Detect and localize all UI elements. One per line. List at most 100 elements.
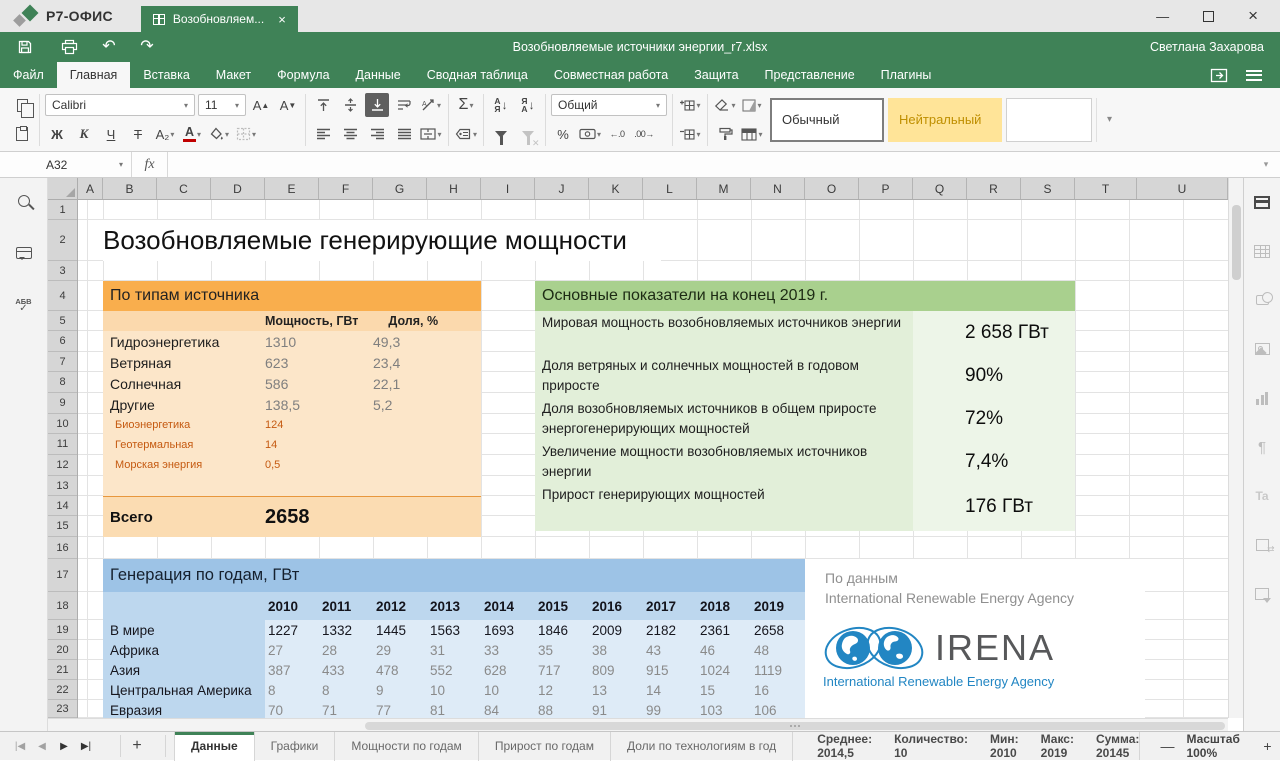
column-header[interactable]: L: [643, 178, 697, 199]
column-header[interactable]: S: [1021, 178, 1075, 199]
slicer-settings-button[interactable]: [1252, 535, 1272, 555]
ribbon-tab[interactable]: Формула: [264, 62, 342, 88]
row-header[interactable]: 10: [48, 414, 77, 434]
horizontal-scrollbar-thumb[interactable]: [365, 722, 1225, 730]
currency-style-button[interactable]: ▾: [578, 122, 602, 146]
column-header[interactable]: N: [751, 178, 805, 199]
format-painter-button[interactable]: [713, 122, 737, 146]
textart-settings-button[interactable]: Ta: [1252, 486, 1272, 506]
column-header[interactable]: R: [967, 178, 1021, 199]
copy-button[interactable]: [10, 93, 34, 117]
menu-icon[interactable]: [1246, 70, 1262, 81]
column-header[interactable]: H: [427, 178, 481, 199]
search-button[interactable]: [13, 190, 35, 212]
horizontal-scrollbar[interactable]: [48, 718, 1228, 731]
select-all-corner[interactable]: [48, 178, 78, 200]
ribbon-tab[interactable]: Представление: [752, 62, 868, 88]
row-header[interactable]: 2: [48, 220, 77, 261]
image-settings-button[interactable]: [1252, 339, 1272, 359]
spreadsheet-grid[interactable]: Возобновляемые генерирующие мощности По …: [78, 200, 1228, 718]
cell-style-blank[interactable]: [1006, 98, 1092, 142]
print-button[interactable]: [54, 34, 84, 60]
number-format-select[interactable]: Общий▾: [551, 94, 667, 116]
close-button[interactable]: ×: [1248, 6, 1258, 26]
column-header[interactable]: F: [319, 178, 373, 199]
paste-button[interactable]: [10, 122, 34, 146]
formula-input[interactable]: [168, 152, 1252, 177]
sort-ascending-button[interactable]: АЯ↓: [489, 93, 513, 117]
paragraph-settings-button[interactable]: ¶: [1252, 437, 1272, 457]
undo-button[interactable]: ↶: [94, 34, 124, 60]
vertical-scrollbar-thumb[interactable]: [1232, 205, 1241, 280]
table-settings-button[interactable]: [1252, 241, 1272, 261]
next-sheet-button[interactable]: ▶: [54, 736, 74, 756]
zoom-out-button[interactable]: —: [1160, 738, 1174, 754]
row-header[interactable]: 3: [48, 261, 77, 281]
row-header[interactable]: 7: [48, 352, 77, 372]
column-header[interactable]: Q: [913, 178, 967, 199]
sheet-tab[interactable]: Доли по технологиям в год: [611, 732, 793, 761]
ribbon-tab[interactable]: Данные: [343, 62, 414, 88]
ribbon-tab[interactable]: Главная: [57, 62, 131, 88]
decrease-decimal-button[interactable]: ←.0: [605, 122, 629, 146]
row-header[interactable]: 18: [48, 592, 77, 620]
ribbon-tab[interactable]: Плагины: [868, 62, 945, 88]
row-header[interactable]: 4: [48, 281, 77, 311]
ribbon-tab[interactable]: Совместная работа: [541, 62, 681, 88]
conditional-format-button[interactable]: ▾: [740, 93, 764, 117]
column-header[interactable]: A: [78, 178, 103, 199]
sheet-tab[interactable]: Данные: [174, 732, 255, 761]
increase-decimal-button[interactable]: .00→: [632, 122, 656, 146]
row-header[interactable]: 15: [48, 516, 77, 537]
save-button[interactable]: [10, 34, 40, 60]
column-header[interactable]: O: [805, 178, 859, 199]
cell-style-neutral[interactable]: Нейтральный: [888, 98, 1002, 142]
text-orientation-button[interactable]: A▾: [419, 93, 443, 117]
last-sheet-button[interactable]: ▶|: [76, 736, 96, 756]
strikethrough-button[interactable]: Т: [126, 122, 150, 146]
column-header[interactable]: I: [481, 178, 535, 199]
underline-button[interactable]: Ч: [99, 122, 123, 146]
align-right-button[interactable]: [365, 122, 389, 146]
subscript-button[interactable]: A₂▾: [153, 122, 177, 146]
minimize-button[interactable]: —: [1156, 9, 1169, 24]
clear-button[interactable]: ▾: [713, 93, 737, 117]
column-header[interactable]: E: [265, 178, 319, 199]
column-header[interactable]: M: [697, 178, 751, 199]
column-header[interactable]: D: [211, 178, 265, 199]
align-center-button[interactable]: [338, 122, 362, 146]
maximize-button[interactable]: [1203, 11, 1214, 22]
open-file-location-button[interactable]: [1210, 68, 1228, 83]
filter-button[interactable]: [489, 122, 513, 146]
ribbon-tab[interactable]: Сводная таблица: [414, 62, 541, 88]
previous-sheet-button[interactable]: ◀: [32, 736, 52, 756]
justify-button[interactable]: [392, 122, 416, 146]
document-tab[interactable]: Возобновляем... ×: [141, 6, 298, 32]
sheet-tab[interactable]: Прирост по годам: [479, 732, 611, 761]
font-color-button[interactable]: A▾: [180, 122, 204, 146]
align-bottom-button[interactable]: [365, 93, 389, 117]
redo-button[interactable]: ↷: [132, 34, 162, 60]
delete-cells-button[interactable]: ▾: [678, 122, 702, 146]
row-header[interactable]: 19: [48, 620, 77, 640]
shape-settings-button[interactable]: [1252, 290, 1272, 310]
fill-color-button[interactable]: ▾: [207, 122, 231, 146]
vertical-scrollbar[interactable]: [1228, 178, 1243, 718]
ribbon-tab[interactable]: Файл: [0, 62, 57, 88]
row-header[interactable]: 17: [48, 559, 77, 592]
chart-settings-button[interactable]: [1252, 388, 1272, 408]
format-as-table-button[interactable]: ▾: [740, 122, 764, 146]
ribbon-tab[interactable]: Защита: [681, 62, 751, 88]
row-header[interactable]: 8: [48, 372, 77, 393]
row-header[interactable]: 21: [48, 660, 77, 680]
comments-button[interactable]: [13, 242, 35, 264]
autosum-button[interactable]: Σ▾: [454, 93, 478, 117]
column-header[interactable]: K: [589, 178, 643, 199]
row-header[interactable]: 5: [48, 311, 77, 331]
zoom-in-button[interactable]: +: [1261, 738, 1274, 754]
font-size-select[interactable]: 11▾: [198, 94, 246, 116]
insert-cells-button[interactable]: ▾: [678, 93, 702, 117]
clear-filter-button[interactable]: ✕: [516, 122, 540, 146]
row-header[interactable]: 14: [48, 496, 77, 516]
sort-descending-button[interactable]: ЯА↓: [516, 93, 540, 117]
